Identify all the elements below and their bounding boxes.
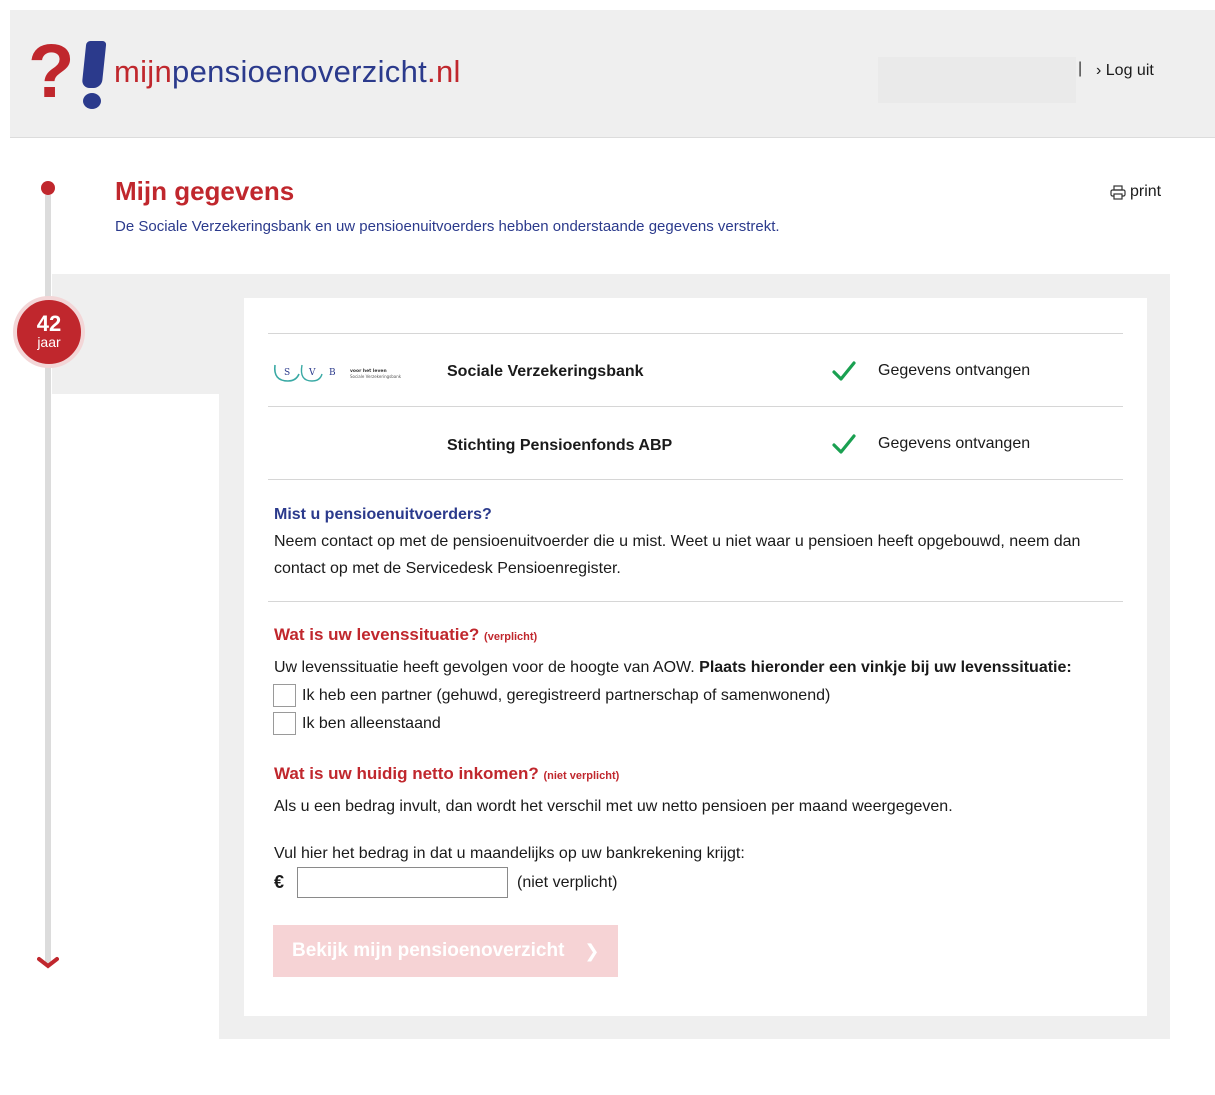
life-situation-intro-text: Uw levenssituatie heeft gevolgen voor de… — [274, 659, 695, 676]
partner-option[interactable]: Ik heb een partner (gehuwd, geregistreer… — [273, 684, 830, 707]
income-field-label: Vul hier het bedrag in dat u maandelijks… — [274, 845, 745, 862]
print-button[interactable]: print — [1110, 183, 1161, 201]
logo-suffix: .nl — [427, 54, 461, 89]
life-situation-title: Wat is uw levenssituatie? — [274, 625, 480, 644]
chevron-down-icon[interactable] — [37, 956, 59, 970]
provider-name: Sociale Verzekeringsbank — [447, 363, 644, 380]
age-unit: jaar — [37, 334, 61, 350]
svb-logo-letter-s: S — [284, 368, 290, 378]
single-option-label: Ik ben alleenstaand — [302, 714, 441, 732]
header-separator: | — [1078, 60, 1083, 77]
svb-logo-subtitle: Sociale Verzekeringsbank — [350, 374, 402, 379]
chevron-right-icon: ❯ — [584, 940, 600, 961]
checkmark-icon — [832, 361, 856, 381]
view-overview-label: Bekijk mijn pensioenoverzicht — [292, 940, 565, 961]
logo-exclamation-dot — [83, 93, 101, 109]
income-title: Wat is uw huidig netto inkomen? — [274, 764, 539, 783]
svb-logo-letter-v: V — [308, 368, 316, 378]
currency-symbol: € — [274, 872, 285, 892]
print-label: print — [1130, 183, 1162, 200]
partner-option-label: Ik heb een partner (gehuwd, geregistreer… — [302, 686, 831, 704]
logout-link[interactable]: › Log uit — [1096, 62, 1154, 80]
site-logo[interactable]: ? mijnpensioenoverzicht.nl — [28, 34, 461, 110]
optional-marker: (niet verplicht) — [543, 770, 620, 782]
single-option[interactable]: Ik ben alleenstaand — [273, 712, 441, 735]
timeline-dot — [41, 181, 55, 195]
provider-status: Gegevens ontvangen — [878, 362, 1031, 379]
view-overview-button[interactable]: Bekijk mijn pensioenoverzicht ❯ — [273, 925, 618, 977]
svb-logo-letter-b: B — [329, 368, 336, 378]
life-situation-intro: Uw levenssituatie heeft gevolgen voor de… — [274, 654, 1114, 681]
logo-question-mark: ? — [28, 29, 75, 114]
life-situation-instruction: Plaats hieronder een vinkje bij uw leven… — [699, 659, 1072, 676]
divider — [268, 406, 1123, 407]
logo-wordmark: mijnpensioenoverzicht.nl — [114, 54, 461, 90]
site-header: ? mijnpensioenoverzicht.nl — [10, 10, 1215, 138]
page-subtitle: De Sociale Verzekeringsbank en uw pensio… — [115, 218, 780, 235]
provider-status: Gegevens ontvangen — [878, 435, 1031, 452]
required-marker: (verplicht) — [484, 631, 538, 643]
header-user-area — [878, 57, 1076, 103]
provider-row-svb: S V B voor het leven Sociale Verzekering… — [268, 335, 1123, 407]
income-optional-note: (niet verplicht) — [517, 874, 618, 891]
single-checkbox[interactable] — [273, 712, 296, 735]
income-heading: Wat is uw huidig netto inkomen? (niet ve… — [274, 764, 619, 784]
logo-mark: ? — [28, 34, 107, 110]
logo-middle: pensioenoverzicht — [172, 54, 428, 89]
provider-name: Stichting Pensioenfonds ABP — [447, 437, 673, 454]
missing-providers-text: Neem contact op met de pensioenuitvoerde… — [274, 533, 1081, 577]
age-badge: 42 jaar — [13, 296, 85, 368]
page-title: Mijn gegevens — [115, 176, 295, 206]
income-intro: Als u een bedrag invult, dan wordt het v… — [274, 798, 953, 815]
partner-checkbox[interactable] — [273, 684, 296, 707]
checkmark-icon — [832, 434, 856, 454]
logo-exclamation-bar — [81, 41, 107, 88]
divider — [268, 479, 1123, 480]
divider — [268, 601, 1123, 602]
life-situation-heading: Wat is uw levenssituatie? (verplicht) — [274, 625, 537, 645]
divider — [268, 333, 1123, 334]
svb-logo: S V B voor het leven Sociale Verzekering… — [273, 364, 402, 382]
logo-prefix: mijn — [114, 54, 173, 89]
missing-providers-heading: Mist u pensioenuitvoerders? — [274, 506, 492, 523]
provider-row-abp: Stichting Pensioenfonds ABP Gegevens ont… — [268, 408, 1123, 480]
printer-icon — [1110, 184, 1126, 200]
income-amount-input[interactable] — [297, 867, 508, 898]
age-value: 42 — [36, 311, 62, 336]
